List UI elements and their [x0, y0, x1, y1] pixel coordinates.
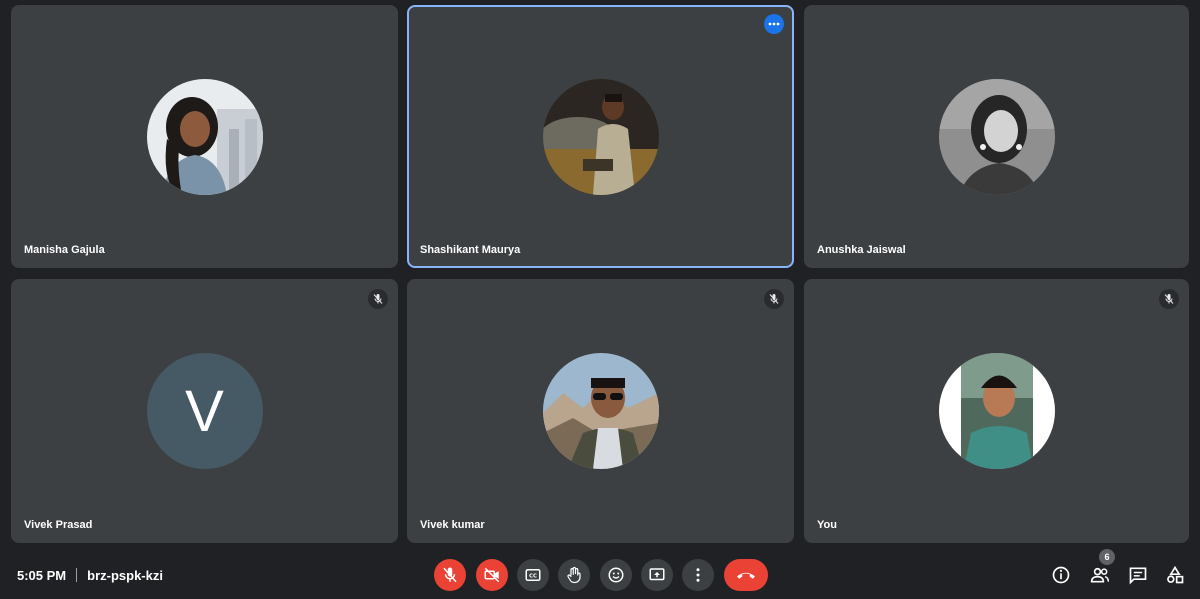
- camera-off-icon: [484, 567, 500, 583]
- participant-avatar: [542, 353, 659, 469]
- more-options-button[interactable]: [682, 559, 714, 591]
- muted-mic-icon: [764, 289, 784, 309]
- chat-button[interactable]: [1126, 563, 1150, 587]
- participant-tile-vivek-kumar[interactable]: Vivek kumar: [407, 279, 794, 543]
- participant-tile-anushka[interactable]: Anushka Jaiswal: [804, 5, 1189, 268]
- participant-avatar: [146, 78, 263, 195]
- chat-icon: [1129, 567, 1147, 585]
- end-call-icon: [737, 572, 755, 579]
- meeting-info: 5:05 PM brz-pspk-kzi: [17, 566, 163, 584]
- leave-call-button[interactable]: [724, 559, 768, 591]
- participant-count-badge: 6: [1099, 549, 1115, 565]
- more-options-icon[interactable]: [764, 14, 784, 34]
- participant-tile-shashikant[interactable]: Shashikant Maurya: [407, 5, 794, 268]
- muted-mic-icon: [368, 289, 388, 309]
- participant-name: Anushka Jaiswal: [817, 244, 906, 256]
- participant-avatar-initial: V: [146, 353, 263, 469]
- present-screen-button[interactable]: [641, 559, 673, 591]
- participant-avatar: [542, 78, 659, 195]
- participant-tile-vivek-prasad[interactable]: V Vivek Prasad: [11, 279, 398, 543]
- emoji-icon: [608, 567, 624, 583]
- present-screen-icon: [649, 568, 665, 581]
- mic-off-icon: [443, 567, 457, 583]
- participant-avatar: [938, 353, 1055, 469]
- activities-button[interactable]: [1163, 563, 1187, 587]
- more-options-icon: [696, 568, 700, 582]
- mic-toggle-button[interactable]: [434, 559, 466, 591]
- people-button[interactable]: [1088, 563, 1112, 587]
- participant-name: Manisha Gajula: [24, 244, 105, 256]
- activities-icon: [1167, 565, 1184, 584]
- meeting-time: 5:05 PM: [17, 567, 67, 583]
- participant-name: Shashikant Maurya: [420, 244, 521, 256]
- camera-toggle-button[interactable]: [476, 559, 508, 591]
- svg-text:CC: CC: [529, 574, 537, 580]
- participant-avatar: [938, 78, 1055, 195]
- participant-tile-you[interactable]: You: [804, 279, 1189, 543]
- participant-name: Vivek kumar: [420, 519, 485, 531]
- muted-mic-icon: [1159, 289, 1179, 309]
- participant-name: You: [817, 519, 837, 531]
- info-icon: [1052, 566, 1070, 584]
- raise-hand-button[interactable]: [558, 559, 590, 591]
- captions-button[interactable]: CC: [517, 559, 549, 591]
- people-icon: [1090, 567, 1110, 583]
- participant-name: Vivek Prasad: [24, 519, 93, 531]
- meeting-code[interactable]: brz-pspk-kzi: [87, 568, 163, 583]
- participant-tile-manisha[interactable]: Manisha Gajula: [11, 5, 398, 268]
- meeting-details-button[interactable]: [1049, 563, 1073, 587]
- captions-icon: CC: [525, 569, 541, 581]
- raise-hand-icon: [567, 566, 581, 584]
- emoji-button[interactable]: [600, 559, 632, 591]
- divider: [76, 568, 78, 582]
